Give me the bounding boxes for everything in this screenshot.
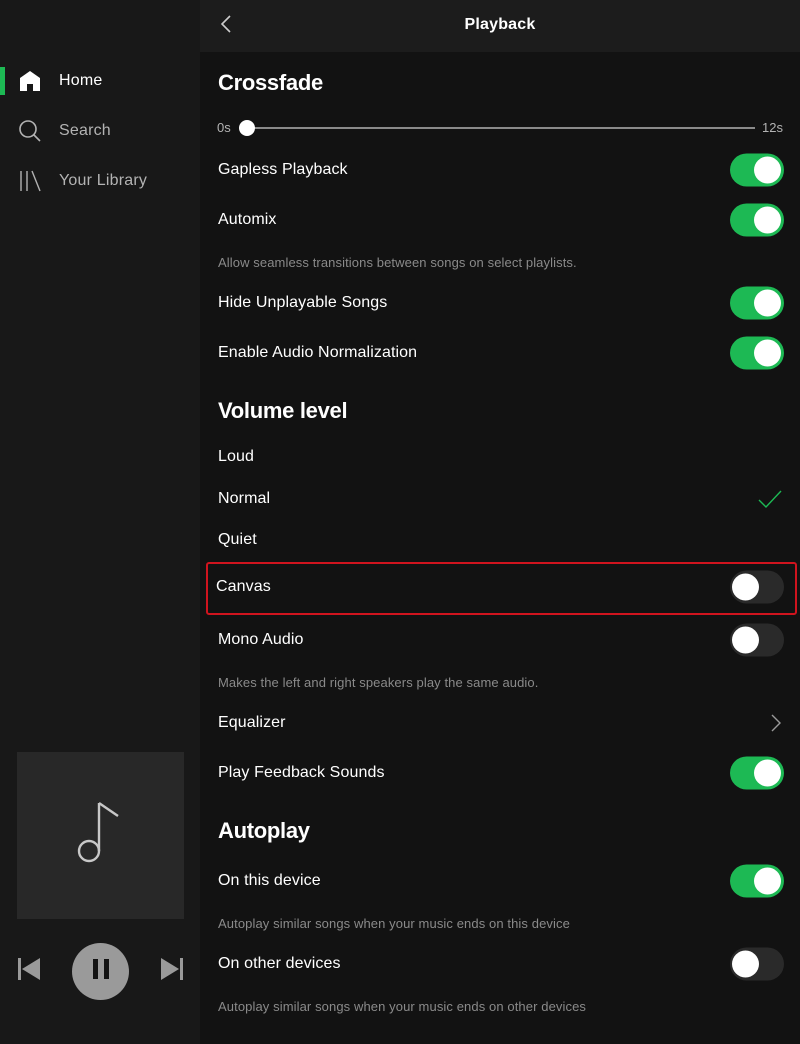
setting-automix: Automix xyxy=(200,200,800,240)
next-icon xyxy=(159,956,185,987)
album-artwork[interactable] xyxy=(17,752,184,919)
pause-button[interactable] xyxy=(72,943,129,1000)
setting-autoplay-this-device: On this device xyxy=(200,861,800,901)
sidebar-item-label: Search xyxy=(59,122,111,139)
setting-label: Equalizer xyxy=(218,714,286,731)
home-icon xyxy=(18,69,42,93)
section-title-crossfade: Crossfade xyxy=(218,70,323,95)
crossfade-slider[interactable] xyxy=(239,120,755,136)
checkmark-icon xyxy=(758,489,782,509)
autoplay-other-devices-description: Autoplay similar songs when your music e… xyxy=(218,999,587,1014)
toggle-knob xyxy=(754,156,781,184)
gapless-playback-toggle[interactable] xyxy=(730,153,784,187)
volume-option-normal[interactable]: Normal xyxy=(200,479,800,519)
setting-label: Enable Audio Normalization xyxy=(218,344,418,361)
setting-mono-audio: Mono Audio xyxy=(200,620,800,660)
canvas-toggle[interactable] xyxy=(730,570,784,604)
volume-option-quiet[interactable]: Quiet xyxy=(200,520,800,560)
chevron-right-icon xyxy=(770,714,782,732)
setting-label: Hide Unplayable Songs xyxy=(218,294,388,311)
slider-max-label: 12s xyxy=(762,120,783,135)
setting-label: Canvas xyxy=(216,578,271,595)
autoplay-this-device-description: Autoplay similar songs when your music e… xyxy=(218,916,570,931)
setting-label: Mono Audio xyxy=(218,631,304,648)
slider-min-label: 0s xyxy=(217,120,231,135)
setting-canvas: Canvas xyxy=(200,567,800,607)
search-icon xyxy=(18,119,42,143)
crossfade-slider-row: 0s 12s xyxy=(200,116,800,140)
toggle-knob xyxy=(732,573,759,601)
toggle-knob xyxy=(754,759,781,787)
toggle-knob xyxy=(732,626,759,654)
sidebar: Home Search Your Library xyxy=(0,0,200,1044)
previous-icon xyxy=(16,956,42,987)
option-label: Loud xyxy=(218,448,254,465)
setting-audio-normalization: Enable Audio Normalization xyxy=(200,333,800,373)
feedback-sounds-toggle[interactable] xyxy=(730,756,784,790)
next-button[interactable] xyxy=(158,957,186,985)
mono-audio-description: Makes the left and right speakers play t… xyxy=(218,675,539,690)
active-indicator xyxy=(0,67,5,95)
setting-label: Automix xyxy=(218,211,277,228)
section-title-autoplay: Autoplay xyxy=(218,818,310,843)
setting-gapless-playback: Gapless Playback xyxy=(200,150,800,190)
autoplay-this-device-toggle[interactable] xyxy=(730,864,784,898)
toggle-knob xyxy=(754,289,781,317)
setting-hide-unplayable: Hide Unplayable Songs xyxy=(200,283,800,323)
hide-unplayable-toggle[interactable] xyxy=(730,286,784,320)
sidebar-item-home[interactable]: Home xyxy=(0,61,200,101)
automix-description: Allow seamless transitions between songs… xyxy=(218,255,577,270)
page-title: Playback xyxy=(464,16,536,33)
setting-label: On other devices xyxy=(218,955,341,972)
toggle-knob xyxy=(732,950,759,978)
toggle-knob xyxy=(754,206,781,234)
mono-audio-toggle[interactable] xyxy=(730,623,784,657)
autoplay-other-devices-toggle[interactable] xyxy=(730,947,784,981)
sidebar-item-label: Your Library xyxy=(59,172,148,189)
slider-thumb[interactable] xyxy=(239,120,255,136)
sidebar-item-label: Home xyxy=(59,72,103,89)
sidebar-item-library[interactable]: Your Library xyxy=(0,161,200,201)
setting-feedback-sounds: Play Feedback Sounds xyxy=(200,753,800,793)
option-label: Normal xyxy=(218,490,271,507)
previous-button[interactable] xyxy=(15,957,43,985)
setting-label: Play Feedback Sounds xyxy=(218,764,385,781)
pause-icon xyxy=(91,958,111,985)
audio-normalization-toggle[interactable] xyxy=(730,336,784,370)
toggle-knob xyxy=(754,339,781,367)
volume-option-loud[interactable]: Loud xyxy=(200,437,800,477)
section-title-volume-level: Volume level xyxy=(218,398,348,423)
setting-autoplay-other-devices: On other devices xyxy=(200,944,800,984)
music-note-icon xyxy=(76,798,126,873)
setting-label: Gapless Playback xyxy=(218,161,348,178)
sidebar-item-search[interactable]: Search xyxy=(0,111,200,151)
settings-panel: Playback Crossfade 0s 12s Gapless Playba… xyxy=(200,0,800,1044)
setting-label: On this device xyxy=(218,872,321,889)
toggle-knob xyxy=(754,867,781,895)
automix-toggle[interactable] xyxy=(730,203,784,237)
option-label: Quiet xyxy=(218,531,257,548)
top-bar: Playback xyxy=(200,0,800,52)
library-icon xyxy=(18,169,42,193)
setting-equalizer[interactable]: Equalizer xyxy=(200,703,800,743)
